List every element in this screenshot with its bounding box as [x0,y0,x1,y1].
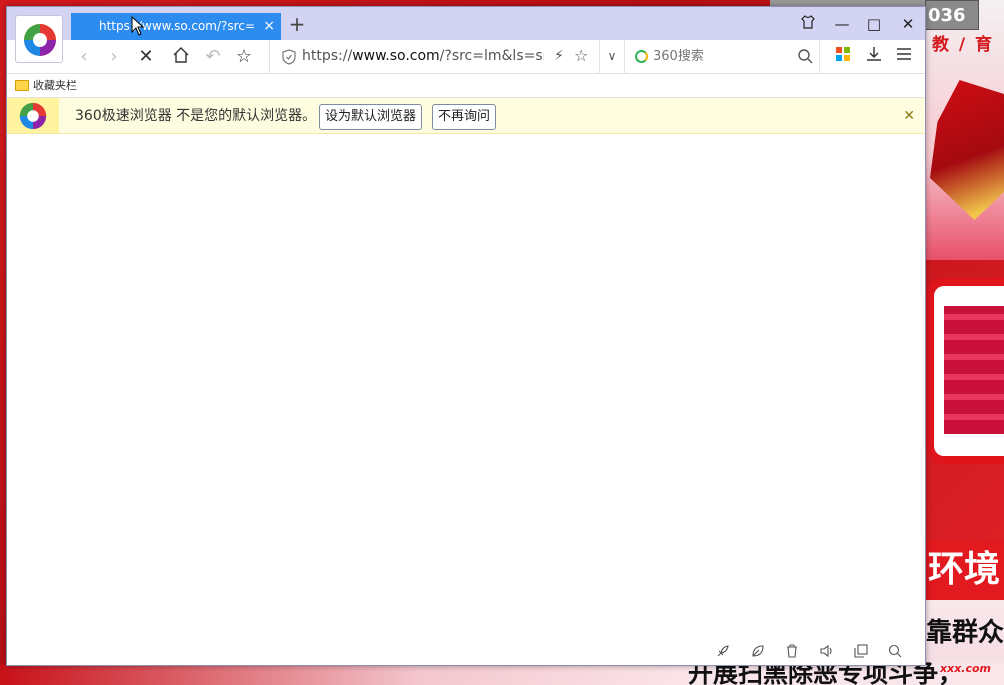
leaf-icon[interactable] [750,644,766,660]
status-bar [7,639,925,665]
mouse-cursor-icon [131,16,145,36]
nav-toolbar: ‹ › ✕ ↶ ☆ https://www.so.com/?src=lm&ls=… [7,40,925,74]
menu-button[interactable] [893,46,915,68]
notice-message: 360极速浏览器 不是您的默认浏览器。 [75,108,317,124]
search-box[interactable] [625,40,820,73]
skin-icon[interactable] [794,11,822,37]
browser-window: https://www.so.com/?src=lm&ls=sm × + — □… [6,6,926,666]
shield-icon [282,49,296,65]
bg-corner-number: 036 [925,0,979,30]
speaker-icon[interactable] [819,644,835,660]
menu-icon [897,48,911,60]
home-icon [173,47,189,63]
url-text[interactable]: https://www.so.com/?src=lm&ls=sm [302,40,544,73]
speed-mode-icon[interactable]: ⚡ [554,48,564,64]
home-button[interactable] [170,46,192,68]
download-icon [867,47,881,61]
bg-pink-band [0,665,700,685]
close-window-button[interactable]: ✕ [894,11,922,37]
bg-red-text: 教 / 育 [932,35,995,55]
search-icon[interactable] [887,644,903,660]
default-browser-notice: 360极速浏览器 不是您的默认浏览器。 设为默认浏览器 不再询问 ✕ [7,98,925,134]
360-logo-icon [19,102,47,130]
bookmarks-bar: 收藏夹栏 [7,74,925,98]
stop-button[interactable]: ✕ [135,46,157,68]
bg-site-mark: xxx.com [940,662,992,675]
tab-close-icon[interactable]: × [263,13,275,40]
maximize-button[interactable]: □ [860,11,888,37]
new-tab-button[interactable]: + [287,14,307,35]
search-icon[interactable] [797,48,813,64]
favorite-button[interactable]: ☆ [233,46,255,68]
tab-active[interactable]: https://www.so.com/?src=lm&ls=sm × [71,13,281,40]
bg-sign [926,278,1004,464]
bg-slogan-1: 靠群众 [926,618,1004,648]
360-search-logo-icon [635,50,648,63]
undo-close-tab-button[interactable]: ↶ [202,46,224,68]
address-bar[interactable]: https://www.so.com/?src=lm&ls=sm ⚡ ☆ [269,40,599,73]
minimize-button[interactable]: — [828,11,856,37]
back-button[interactable]: ‹ [73,46,95,68]
address-dropdown-button[interactable]: ∨ [599,40,625,73]
apps-button[interactable] [832,46,854,68]
bookmarks-folder[interactable]: 收藏夹栏 [15,78,77,94]
window-icon[interactable] [853,644,869,660]
tab-title: https://www.so.com/?src=lm&ls=sm [99,19,255,33]
download-button[interactable] [863,46,885,68]
notice-logo [7,98,59,133]
set-default-button[interactable]: 设为默认浏览器 [319,104,423,130]
browser-logo[interactable] [15,15,63,63]
apps-grid-icon [836,47,850,61]
360-logo-icon [24,24,56,56]
search-input[interactable] [653,40,793,73]
rocket-icon[interactable] [715,644,731,660]
trash-icon[interactable] [784,644,800,660]
bookmark-star-icon[interactable]: ☆ [574,46,588,65]
notice-close-icon[interactable]: ✕ [903,98,915,134]
folder-icon [15,80,29,91]
page-content[interactable] [7,134,925,639]
dont-ask-button[interactable]: 不再询问 [432,104,497,130]
bookmarks-folder-label: 收藏夹栏 [33,79,77,92]
forward-button[interactable]: › [103,46,125,68]
bg-red-bar: 环境 [926,540,1004,600]
